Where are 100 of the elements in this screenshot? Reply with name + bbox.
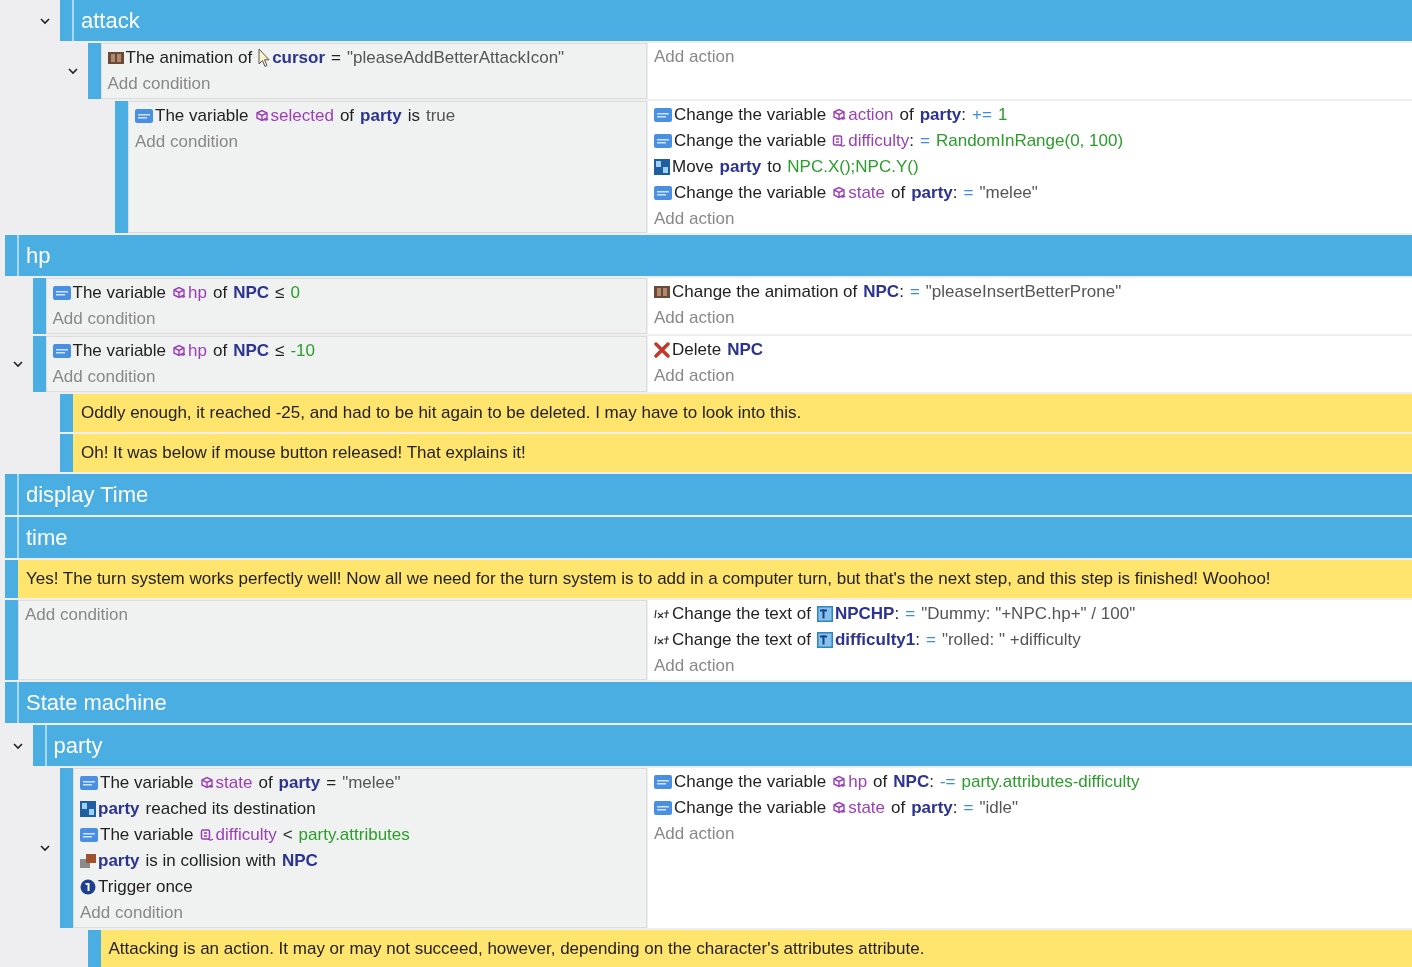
instruction-text: The variable <box>72 283 167 303</box>
instruction-text: = <box>331 48 341 68</box>
add-condition-link[interactable]: Add condition <box>80 903 184 923</box>
add-condition-link[interactable]: Add condition <box>107 74 211 94</box>
instruction-text: of <box>213 341 228 361</box>
comment-note[interactable]: Oh! It was below if mouse button released! That explains it! <box>73 434 1412 472</box>
instruction-text: Change the animation of <box>672 282 858 302</box>
variable-name[interactable]: difficulty <box>215 825 277 845</box>
chevron-down-icon[interactable] <box>12 740 23 751</box>
operator-text: = <box>963 183 974 203</box>
instruction-text: is <box>407 106 420 126</box>
text-object-icon <box>816 606 833 622</box>
variable-icon <box>654 186 672 200</box>
comment-bar <box>87 930 101 967</box>
delete-icon <box>654 342 670 358</box>
instruction-text: of <box>213 283 228 303</box>
expression-text: party.attributes <box>298 825 410 845</box>
string-text: "pleaseAddBetterAttackIcon" <box>347 48 565 68</box>
object-name[interactable]: NPC <box>281 851 318 871</box>
instruction-text: Change the variable <box>674 772 827 792</box>
colon-text: : <box>915 630 920 650</box>
variable-name[interactable]: state <box>848 183 886 203</box>
variable-name[interactable]: hp <box>188 341 207 361</box>
variable-name[interactable]: action <box>848 105 894 125</box>
object-name[interactable]: NPC <box>727 340 764 360</box>
expression-text: party.attributes-difficulty <box>961 772 1140 792</box>
object-name[interactable]: NPC <box>233 283 270 303</box>
object-name[interactable]: NPC <box>233 341 270 361</box>
chevron-down-icon[interactable] <box>12 359 23 369</box>
variable-name[interactable]: state <box>848 798 886 818</box>
comment-note[interactable]: Attacking is an action. It may or may not succeed, however, depending on the character's attributes attribute. <box>100 930 1412 967</box>
variable-icon <box>654 801 672 815</box>
variable-name[interactable]: hp <box>848 772 868 792</box>
colon-text: : <box>894 604 900 624</box>
instruction-text: of <box>258 773 273 793</box>
variable-scope-icon <box>832 134 847 148</box>
variable-name[interactable]: difficulty <box>848 131 910 151</box>
variable-icon <box>654 108 672 122</box>
object-name[interactable]: party <box>911 798 953 818</box>
variable-icon <box>80 776 98 790</box>
variable-icon <box>654 775 672 789</box>
object-name[interactable]: party <box>278 773 321 793</box>
chevron-down-icon[interactable] <box>67 66 78 76</box>
variable-name[interactable]: selected <box>270 106 334 126</box>
variable-scope-icon <box>199 828 214 842</box>
instruction-text: The variable <box>155 106 249 126</box>
object-name[interactable]: NPC <box>863 282 900 302</box>
object-name[interactable]: party <box>919 105 962 125</box>
string-text: true <box>425 106 456 126</box>
add-condition-link[interactable]: Add condition <box>135 132 239 152</box>
add-action-link[interactable]: Add action <box>654 209 735 229</box>
add-condition-link[interactable]: Add condition <box>25 605 129 625</box>
cube-icon <box>832 186 847 200</box>
string-text: "rolled: " +difficulty <box>941 630 1081 650</box>
move-icon <box>80 801 96 817</box>
add-action-link[interactable]: Add action <box>654 656 735 676</box>
object-name[interactable]: party <box>719 157 762 177</box>
object-name[interactable]: party <box>911 183 953 203</box>
operator-text: = <box>905 604 916 624</box>
variable-name[interactable]: hp <box>188 283 207 303</box>
add-action-link[interactable]: Add action <box>654 47 735 67</box>
add-condition-link[interactable]: Add condition <box>52 367 156 387</box>
add-condition-link[interactable]: Add condition <box>52 309 156 329</box>
number-one-icon <box>80 879 96 895</box>
variable-icon <box>654 134 672 148</box>
object-name[interactable]: NPCHP <box>834 604 895 624</box>
colon-text: : <box>909 131 914 151</box>
add-action-link[interactable]: Add action <box>654 308 735 328</box>
object-name[interactable]: difficulty1 <box>834 630 916 650</box>
event-bar <box>32 278 46 334</box>
comment-note[interactable]: Yes! The turn system works perfectly well! Now all we need for the turn system is to add in a computer turn, but that's the next step, and this step is finished! Woohoo! <box>18 560 1412 598</box>
chevron-down-icon[interactable] <box>40 843 50 853</box>
cube-icon <box>172 344 187 358</box>
variable-name[interactable]: state <box>215 773 253 793</box>
cube-icon <box>832 801 847 815</box>
object-name[interactable]: party <box>98 851 140 871</box>
add-action-link[interactable]: Add action <box>654 366 735 386</box>
instruction-text: reached its destination <box>145 799 316 819</box>
colon-text: : <box>899 282 904 302</box>
object-name[interactable]: party <box>98 799 140 819</box>
instruction-text: of <box>891 798 906 818</box>
text-icon <box>654 609 670 619</box>
instruction-text: Delete <box>672 340 722 360</box>
group-bar <box>5 474 19 515</box>
comment-note[interactable]: Oddly enough, it reached -25, and had to be hit again to be deleted. I may have to look into this. <box>73 394 1412 432</box>
add-action-link[interactable]: Add action <box>654 824 735 844</box>
variable-icon <box>80 828 98 842</box>
string-text: "melee" <box>342 773 401 793</box>
film-strip-icon <box>107 52 124 64</box>
text-icon <box>654 635 670 645</box>
chevron-down-icon[interactable] <box>40 15 50 26</box>
object-name[interactable]: cursor <box>272 48 326 68</box>
comment-bar <box>60 434 73 472</box>
object-name[interactable]: NPC <box>893 772 930 792</box>
string-text: "pleaseInsertBetterProne" <box>925 282 1122 302</box>
object-name[interactable]: party <box>360 106 402 126</box>
instruction-text: is in collision with <box>145 851 276 871</box>
instruction-text: ≤ <box>275 283 285 303</box>
event-bar <box>32 336 46 392</box>
cube-icon <box>832 108 847 122</box>
